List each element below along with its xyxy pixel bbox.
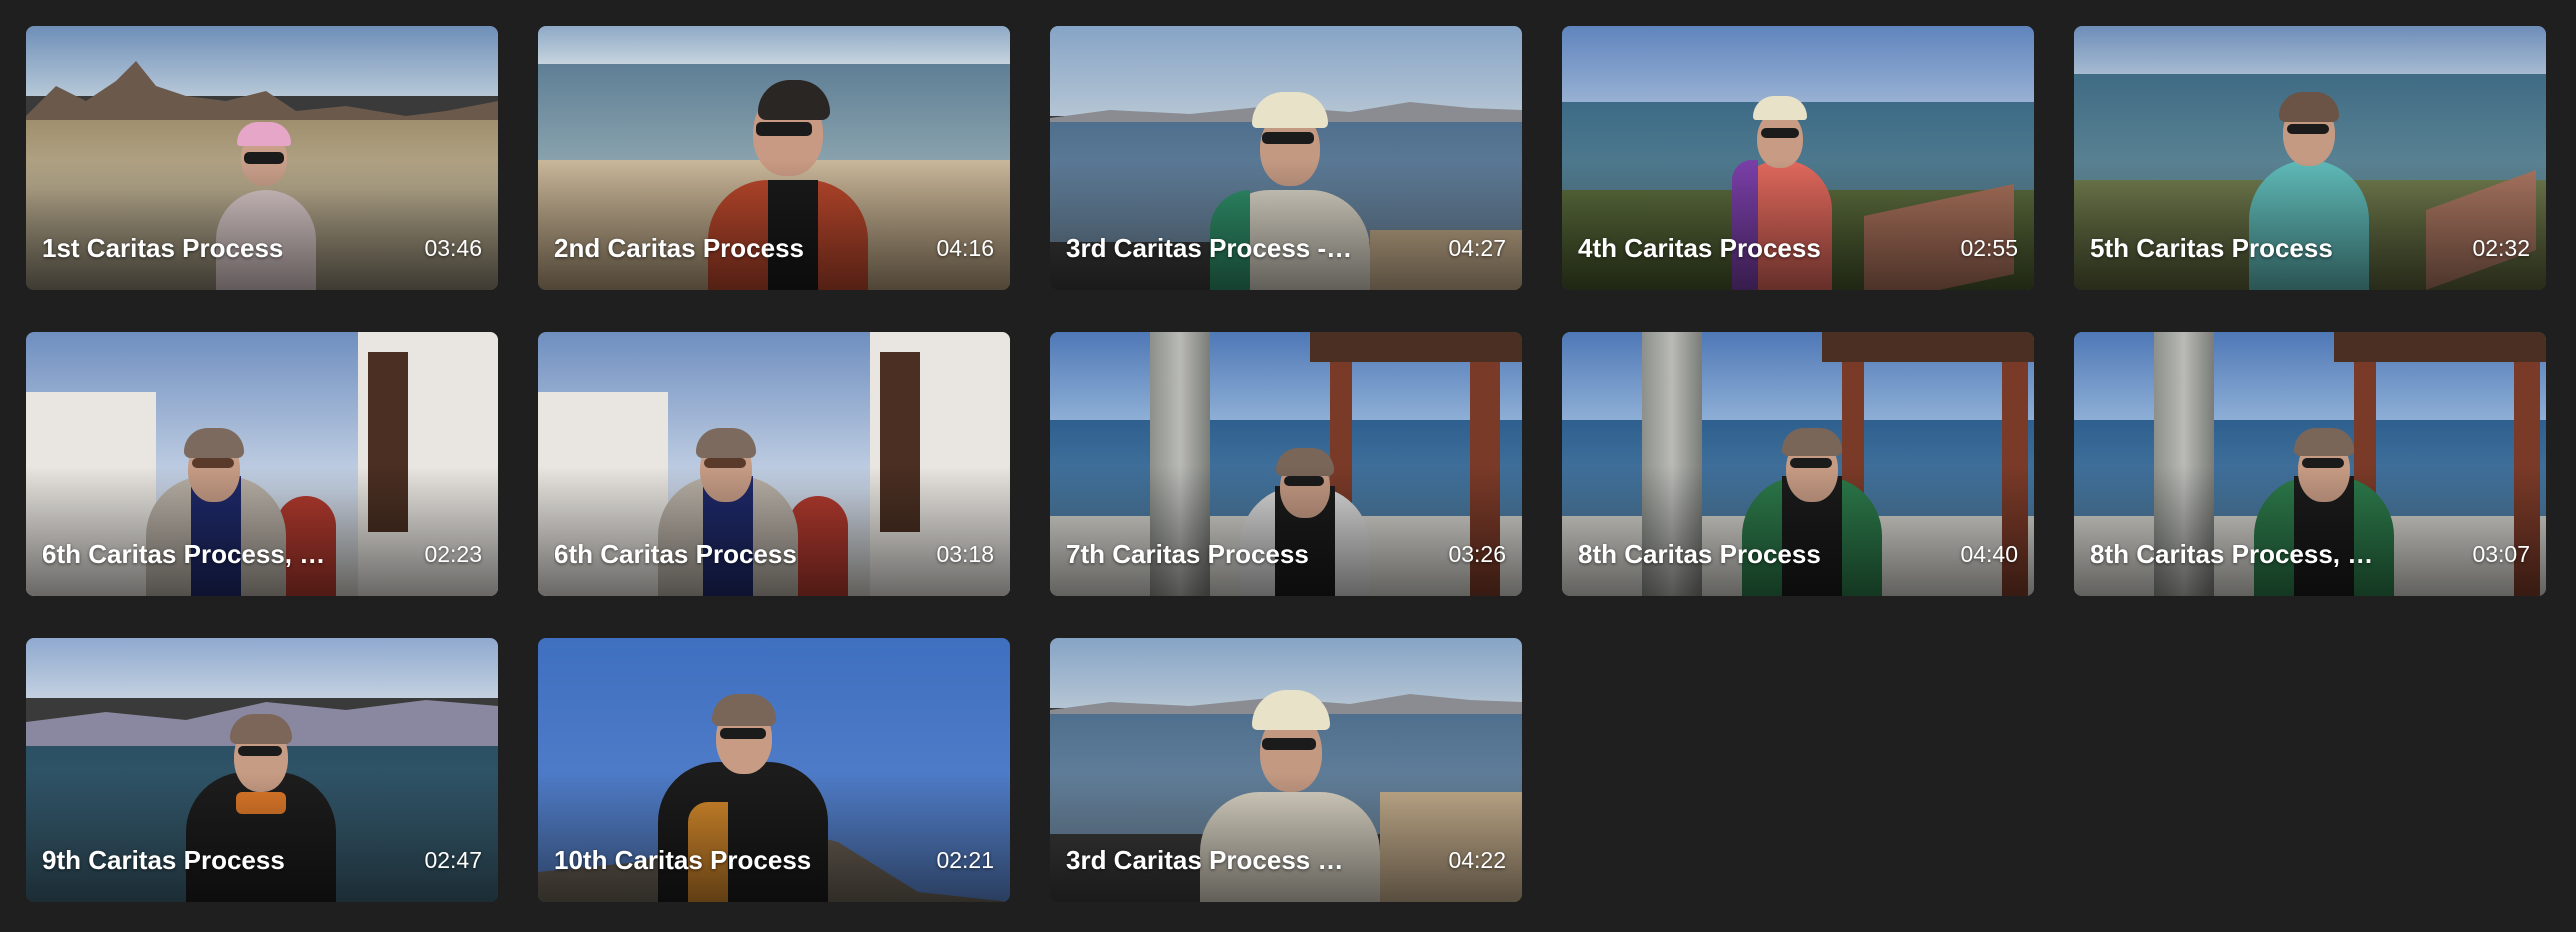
video-tile[interactable]: 6th Caritas Process, … 02:23 xyxy=(26,332,498,596)
video-duration: 04:40 xyxy=(1960,541,2018,567)
video-duration: 04:22 xyxy=(1448,847,1506,873)
video-tile[interactable]: 6th Caritas Process 03:18 xyxy=(538,332,1010,596)
video-title[interactable]: 7th Caritas Process xyxy=(1066,539,1309,569)
video-tile[interactable]: 10th Caritas Process 02:21 xyxy=(538,638,1010,902)
video-duration: 02:55 xyxy=(1960,235,2018,261)
video-duration: 04:16 xyxy=(936,235,994,261)
video-tile[interactable]: 8th Caritas Process 04:40 xyxy=(1562,332,2034,596)
video-tile[interactable]: 1st Caritas Process 03:46 xyxy=(26,26,498,290)
video-duration: 03:18 xyxy=(936,541,994,567)
video-title[interactable]: 10th Caritas Process xyxy=(554,845,811,875)
video-title[interactable]: 8th Caritas Process xyxy=(1578,539,1821,569)
video-title[interactable]: 8th Caritas Process, … xyxy=(2090,539,2373,569)
video-title[interactable]: 9th Caritas Process xyxy=(42,845,285,875)
video-tile[interactable]: 4th Caritas Process 02:55 xyxy=(1562,26,2034,290)
video-tile[interactable]: 7th Caritas Process 03:26 xyxy=(1050,332,1522,596)
video-tile[interactable]: 9th Caritas Process 02:47 xyxy=(26,638,498,902)
video-duration: 03:26 xyxy=(1448,541,1506,567)
video-duration: 03:46 xyxy=(424,235,482,261)
video-duration: 02:47 xyxy=(424,847,482,873)
video-tile[interactable]: 3rd Caritas Process … 04:22 xyxy=(1050,638,1522,902)
video-tile[interactable]: 2nd Caritas Process 04:16 xyxy=(538,26,1010,290)
video-title[interactable]: 1st Caritas Process xyxy=(42,233,283,263)
video-grid: 1st Caritas Process 03:46 2nd Caritas Pr… xyxy=(26,26,2546,902)
video-duration: 02:32 xyxy=(2472,235,2530,261)
video-duration: 04:27 xyxy=(1448,235,1506,261)
video-duration: 02:21 xyxy=(936,847,994,873)
video-tile[interactable]: 5th Caritas Process 02:32 xyxy=(2074,26,2546,290)
video-tile[interactable]: 3rd Caritas Process -… 04:27 xyxy=(1050,26,1522,290)
video-title[interactable]: 3rd Caritas Process -… xyxy=(1066,233,1352,263)
video-title[interactable]: 4th Caritas Process xyxy=(1578,233,1821,263)
video-duration: 02:23 xyxy=(424,541,482,567)
video-title[interactable]: 6th Caritas Process, … xyxy=(42,539,325,569)
video-title[interactable]: 6th Caritas Process xyxy=(554,539,797,569)
video-title[interactable]: 3rd Caritas Process … xyxy=(1066,845,1343,875)
video-title[interactable]: 2nd Caritas Process xyxy=(554,233,804,263)
video-duration: 03:07 xyxy=(2472,541,2530,567)
video-tile[interactable]: 8th Caritas Process, … 03:07 xyxy=(2074,332,2546,596)
video-title[interactable]: 5th Caritas Process xyxy=(2090,233,2333,263)
